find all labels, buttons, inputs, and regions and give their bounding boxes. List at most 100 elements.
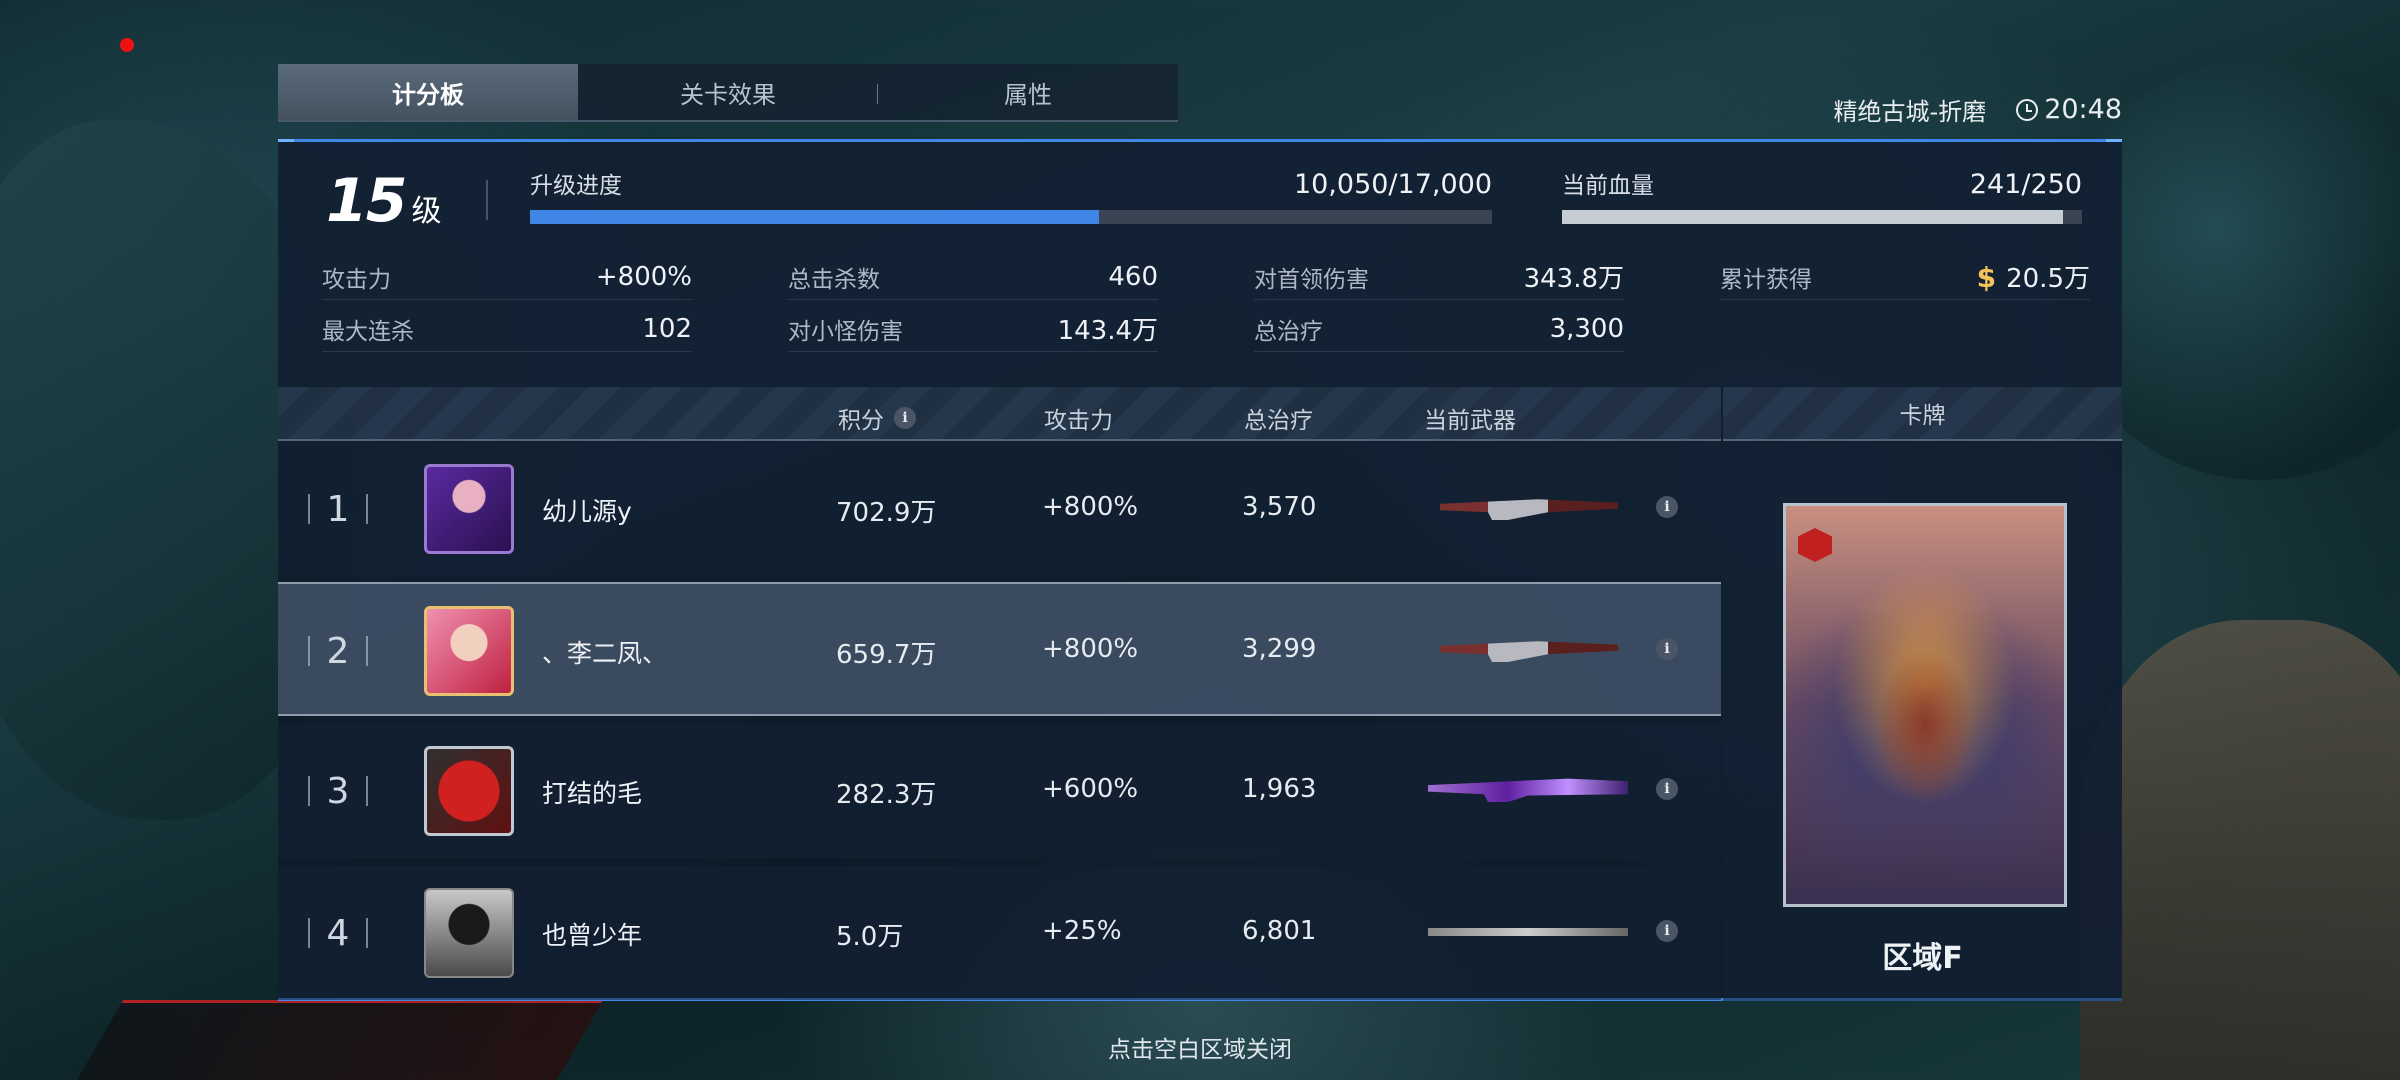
tab-label: 计分板 bbox=[392, 80, 464, 109]
rank-number: 3 bbox=[308, 768, 368, 814]
avatar[interactable] bbox=[424, 746, 514, 836]
avatar[interactable] bbox=[424, 888, 514, 978]
hp-progress: 当前血量 241/250 bbox=[1562, 166, 2082, 224]
table-row[interactable]: 2 、李二凤、 659.7万 +800% 3,299 i bbox=[278, 582, 1721, 716]
exp-bar-track bbox=[530, 210, 1492, 224]
red-sniper-rifle-icon bbox=[1428, 499, 1628, 520]
table-row[interactable]: 1 幼儿源y 702.9万 +800% 3,570 i bbox=[278, 442, 1721, 576]
purple-sniper-rifle-icon bbox=[1428, 778, 1628, 802]
stat-label: 对首领伤害 bbox=[1254, 266, 1369, 293]
healing-value: 1,963 bbox=[1242, 774, 1317, 804]
stat-label: 总击杀数 bbox=[788, 266, 880, 293]
tab-label: 属性 bbox=[1004, 80, 1052, 109]
stat-minion-damage: 对小怪伤害 143.4万 bbox=[788, 306, 1158, 352]
exp-value: 10,050/17,000 bbox=[1293, 169, 1492, 200]
coin-icon: $ bbox=[1976, 261, 1997, 294]
close-hint[interactable]: 点击空白区域关闭 bbox=[0, 1030, 2400, 1064]
rank-number: 2 bbox=[308, 628, 368, 674]
background-hand bbox=[2080, 620, 2400, 1080]
stat-label: 总治疗 bbox=[1254, 318, 1323, 345]
scoreboard-panel: 15 级 升级进度 10,050/17,000 当前血量 241/250 攻击力… bbox=[278, 139, 2122, 1001]
hp-label: 当前血量 bbox=[1562, 173, 1654, 199]
avatar[interactable] bbox=[424, 606, 514, 696]
card-image[interactable] bbox=[1783, 503, 2067, 907]
tab-stage-effects[interactable]: 关卡效果 bbox=[578, 64, 878, 120]
table-row[interactable]: 3 打结的毛 282.3万 +600% 1,963 i bbox=[278, 724, 1721, 858]
attack-value: +800% bbox=[1042, 634, 1139, 664]
header-attack: 攻击力 bbox=[1044, 408, 1113, 434]
player-name: 也曾少年 bbox=[542, 921, 643, 950]
stat-total-earned: 累计获得 $20.5万 bbox=[1720, 254, 2090, 300]
stat-total-healing: 总治疗 3,300 bbox=[1254, 306, 1624, 352]
rank-number: 1 bbox=[308, 486, 368, 532]
healing-value: 6,801 bbox=[1242, 916, 1317, 946]
stat-max-streak: 最大连杀 102 bbox=[322, 306, 692, 352]
weapon-info-icon[interactable]: i bbox=[1656, 638, 1678, 660]
map-info: 精绝古城-折磨 20:48 bbox=[1834, 92, 2122, 127]
exp-bar-fill bbox=[530, 210, 1099, 224]
table-header: 积分 i 攻击力 总治疗 当前武器 bbox=[278, 387, 1721, 441]
table-row[interactable]: 4 也曾少年 5.0万 +25% 6,801 i bbox=[278, 866, 1721, 1000]
score-value: 5.0万 bbox=[836, 922, 904, 952]
attack-value: +600% bbox=[1042, 774, 1139, 804]
level-unit: 级 bbox=[411, 194, 442, 229]
stat-label: 攻击力 bbox=[322, 266, 391, 293]
stat-label: 累计获得 bbox=[1720, 266, 1812, 293]
score-value: 659.7万 bbox=[836, 640, 937, 670]
tab-scoreboard[interactable]: 计分板 bbox=[278, 64, 578, 120]
stats-section: 15 级 升级进度 10,050/17,000 当前血量 241/250 攻击力… bbox=[278, 142, 2122, 386]
level-number: 15 bbox=[326, 166, 407, 236]
card-name: 区域F bbox=[1882, 941, 1963, 976]
header-healing: 总治疗 bbox=[1244, 408, 1313, 434]
stat-boss-damage: 对首领伤害 343.8万 bbox=[1254, 254, 1624, 300]
hp-bar-track bbox=[1562, 210, 2082, 224]
score-value: 282.3万 bbox=[836, 780, 937, 810]
timer: 20:48 bbox=[2016, 94, 2122, 125]
card-panel: 区域F bbox=[1723, 443, 2122, 1001]
stat-value: 143.4万 bbox=[1057, 316, 1158, 346]
weapon-info-icon[interactable]: i bbox=[1656, 920, 1678, 942]
exp-label: 升级进度 bbox=[530, 173, 622, 199]
tab-bar: 计分板 关卡效果 属性 bbox=[278, 64, 1178, 122]
rank-badge-icon bbox=[1798, 528, 1832, 562]
header-label: 积分 bbox=[838, 408, 884, 434]
stat-value: +800% bbox=[595, 261, 692, 292]
exp-progress: 升级进度 10,050/17,000 bbox=[530, 166, 1492, 224]
info-icon[interactable]: i bbox=[894, 407, 916, 429]
hp-value: 241/250 bbox=[1969, 169, 2082, 200]
tab-attributes[interactable]: 属性 bbox=[878, 64, 1178, 120]
player-name: 打结的毛 bbox=[542, 779, 643, 808]
stat-total-kills: 总击杀数 460 bbox=[788, 254, 1158, 300]
stat-value: $20.5万 bbox=[1977, 258, 2090, 295]
recording-dot-icon bbox=[120, 38, 134, 52]
healing-value: 3,570 bbox=[1242, 492, 1317, 522]
time-text: 20:48 bbox=[2044, 94, 2122, 125]
card-header: 卡牌 bbox=[1723, 387, 2122, 441]
rank-number: 4 bbox=[308, 910, 368, 956]
tab-label: 关卡效果 bbox=[680, 80, 776, 109]
header-weapon: 当前武器 bbox=[1424, 408, 1516, 434]
clock-icon bbox=[2016, 99, 2039, 121]
hp-bar-fill bbox=[1562, 210, 2064, 224]
stat-label: 对小怪伤害 bbox=[788, 318, 903, 345]
stat-value: 3,300 bbox=[1549, 313, 1624, 344]
red-sniper-rifle-icon bbox=[1428, 641, 1628, 662]
player-name: 幼儿源y bbox=[542, 497, 632, 526]
stat-value: 343.8万 bbox=[1523, 264, 1624, 294]
earned-value: 20.5万 bbox=[2006, 264, 2090, 294]
level-display: 15 级 bbox=[326, 166, 442, 236]
stat-label: 最大连杀 bbox=[322, 318, 414, 345]
map-name: 精绝古城-折磨 bbox=[1833, 98, 1987, 126]
stat-value: 460 bbox=[1108, 261, 1158, 292]
stat-attack: 攻击力 +800% bbox=[322, 254, 692, 300]
divider bbox=[486, 180, 488, 220]
thin-spear-rifle-icon bbox=[1428, 928, 1628, 936]
avatar[interactable] bbox=[424, 464, 514, 554]
player-name: 、李二凤、 bbox=[542, 639, 668, 668]
header-score: 积分 i bbox=[838, 401, 916, 435]
weapon-info-icon[interactable]: i bbox=[1656, 778, 1678, 800]
attack-value: +25% bbox=[1042, 916, 1122, 946]
stat-value: 102 bbox=[642, 313, 692, 344]
weapon-info-icon[interactable]: i bbox=[1656, 496, 1678, 518]
healing-value: 3,299 bbox=[1242, 634, 1317, 664]
